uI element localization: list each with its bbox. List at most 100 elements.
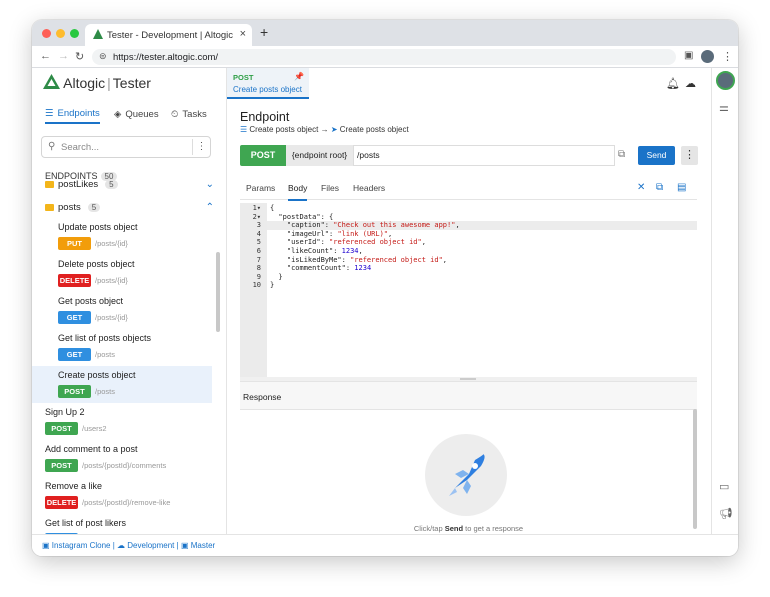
altogic-favicon-icon (93, 29, 103, 39)
site-info-icon[interactable]: ⊜ (99, 51, 107, 62)
new-tab-button[interactable]: + (260, 24, 268, 40)
back-icon[interactable]: ← (40, 50, 51, 62)
request-tab-name: Create posts object (233, 85, 302, 94)
megaphone-icon[interactable]: 📢︎ (719, 507, 733, 520)
response-scrollbar[interactable] (693, 409, 697, 529)
code-line: "isLikedByMe": "referenced object id", (270, 255, 448, 264)
hint-text-2: to get a response (463, 524, 524, 533)
code-line: "likeCount": 1234, (270, 247, 363, 255)
method-badge: GET (58, 348, 91, 361)
tab-files[interactable]: Files (321, 183, 339, 193)
endpoint-item[interactable]: Update posts object PUT/posts/{id} (32, 218, 212, 255)
address-bar: ← → ↻ ⊜ https://tester.altogic.com/ ▣ ⋮ (32, 46, 738, 68)
endpoint-item[interactable]: Delete posts object DELETE/posts/{id} (32, 255, 212, 292)
method-select[interactable]: POST (240, 145, 286, 166)
folder-name: postLikes (58, 179, 99, 190)
folder-icon (45, 204, 54, 211)
tab-params[interactable]: Params (246, 183, 275, 193)
footer-app[interactable]: Instagram Clone (52, 541, 111, 550)
tab-queues[interactable]: ◈ Queues (114, 104, 159, 124)
sidebar-scrollbar[interactable] (216, 252, 220, 332)
browser-tab-title: Tester - Development | Altogic (107, 30, 234, 41)
app-logo: Altogic | Tester (43, 74, 151, 91)
document-icon[interactable]: ▤ (677, 182, 686, 193)
tab-headers[interactable]: Headers (353, 183, 385, 193)
footer-branch[interactable]: Master (191, 541, 215, 550)
hint-text-send: Send (444, 524, 464, 533)
search-options-icon[interactable]: ⋮ (192, 139, 210, 155)
settings-sliders-icon[interactable]: ⚌ (719, 101, 729, 114)
footer-env[interactable]: Development (127, 541, 174, 550)
folder-posts[interactable]: posts 5 (45, 202, 101, 213)
folder-name: posts (58, 202, 81, 213)
line-number: 10 (252, 281, 261, 290)
endpoint-name: Get posts object (58, 296, 124, 306)
endpoint-name: Get list of posts objects (58, 333, 152, 343)
endpoint-name: Add comment to a post (45, 444, 138, 454)
tab-tasks[interactable]: ⏲ Tasks (171, 104, 207, 124)
code-line: "imageUrl": "link (URL)", (270, 229, 393, 238)
chevron-down-icon[interactable]: ⌄ (206, 179, 214, 190)
close-tab-icon[interactable]: × (240, 28, 246, 40)
search-input[interactable]: ⚲ Search... ⋮ (41, 136, 211, 158)
send-button[interactable]: Send (638, 146, 675, 165)
side-panel-icon[interactable]: ▣ (684, 50, 693, 61)
browser-menu-icon[interactable]: ⋮ (722, 50, 733, 63)
code-line: { (270, 204, 275, 212)
response-title: Response (240, 382, 697, 410)
endpoint-item[interactable]: Remove a like DELETE/posts/{postId}/remov… (32, 477, 212, 514)
endpoint-name: Get list of post likers (45, 518, 127, 528)
endpoint-name: Create posts object (58, 370, 136, 380)
app: Altogic | Tester ☰ Endpoints ◈ Queues ⏲ Tasks… (32, 68, 738, 556)
endpoint-path: /posts (95, 387, 116, 396)
breadcrumb-item-1[interactable]: Create posts object (249, 125, 318, 134)
line-number: 9 (256, 272, 261, 281)
browser-tab[interactable]: Tester - Development | Altogic × (85, 24, 252, 46)
method-badge: DELETE (45, 496, 78, 509)
endpoint-name: Delete posts object (58, 259, 135, 269)
tab-body[interactable]: Body (288, 183, 308, 201)
pin-icon[interactable]: 📌 (294, 72, 304, 81)
endpoint-item[interactable]: Create posts object POST/posts (32, 366, 212, 403)
endpoint-item[interactable]: Sign Up 2 POST/users2 (32, 403, 212, 440)
endpoint-item[interactable]: Get list of posts objects GET/posts (32, 329, 212, 366)
chat-icon[interactable]: ▭ (719, 480, 729, 493)
cloud-status-icon[interactable]: ☁︎ (685, 77, 696, 90)
endpoint-item[interactable]: Get posts object GET/posts/{id} (32, 292, 212, 329)
body-editor[interactable]: 1▾ 2▾ 3 4 5 6 7 8 9 10 { "postData": { "ca… (240, 203, 697, 377)
url-field[interactable]: ⊜ https://tester.altogic.com/ (92, 49, 676, 65)
method-badge: POST (45, 459, 78, 472)
endpoint-icon: ☰ (240, 125, 248, 134)
breadcrumb: ☰ Create posts object → ➤ Create posts o… (240, 125, 409, 134)
request-tab[interactable]: POST Create posts object 📌 (227, 68, 309, 99)
profile-avatar[interactable] (701, 50, 714, 63)
copy-url-icon[interactable]: ⧉ (618, 149, 625, 160)
response-panel: Response Click/tap Send to get a respons… (240, 381, 697, 533)
minimize-window-icon[interactable] (56, 29, 65, 38)
copy-icon[interactable]: ⧉ (656, 182, 663, 193)
maximize-window-icon[interactable] (70, 29, 79, 38)
hint-text-1: Click/tap (413, 524, 445, 533)
endpoint-path: /posts/{id} (95, 313, 128, 322)
forward-icon[interactable]: → (58, 50, 69, 62)
breadcrumb-item-2[interactable]: Create posts object (340, 125, 409, 134)
endpoint-item[interactable]: Add comment to a post POST/posts/{postId}… (32, 440, 212, 477)
path-input[interactable]: /posts (353, 145, 615, 166)
clear-icon[interactable]: ✕ (637, 182, 645, 193)
line-number: 8 (256, 264, 261, 273)
more-options-icon[interactable]: ⋮ (681, 146, 698, 165)
close-window-icon[interactable] (42, 29, 51, 38)
notification-bell-icon[interactable]: 🔔︎ (666, 77, 680, 90)
page-title: Endpoint (240, 110, 290, 124)
line-number: 1▾ (252, 204, 261, 212)
arrow-right-icon: → (320, 125, 329, 134)
folder-postlikes[interactable]: postLikes 5 (45, 179, 118, 190)
endpoint-root[interactable]: {endpoint root} (286, 145, 353, 166)
user-avatar[interactable] (716, 71, 735, 90)
chevron-up-icon[interactable]: ⌃ (206, 202, 214, 213)
code-line: } (270, 281, 275, 290)
tab-endpoints[interactable]: ☰ Endpoints (45, 104, 100, 124)
right-rail: ⚌ ▭ 📢︎ ▥ (711, 68, 738, 546)
line-number: 2▾ (252, 212, 261, 221)
reload-icon[interactable]: ↻ (75, 50, 84, 63)
